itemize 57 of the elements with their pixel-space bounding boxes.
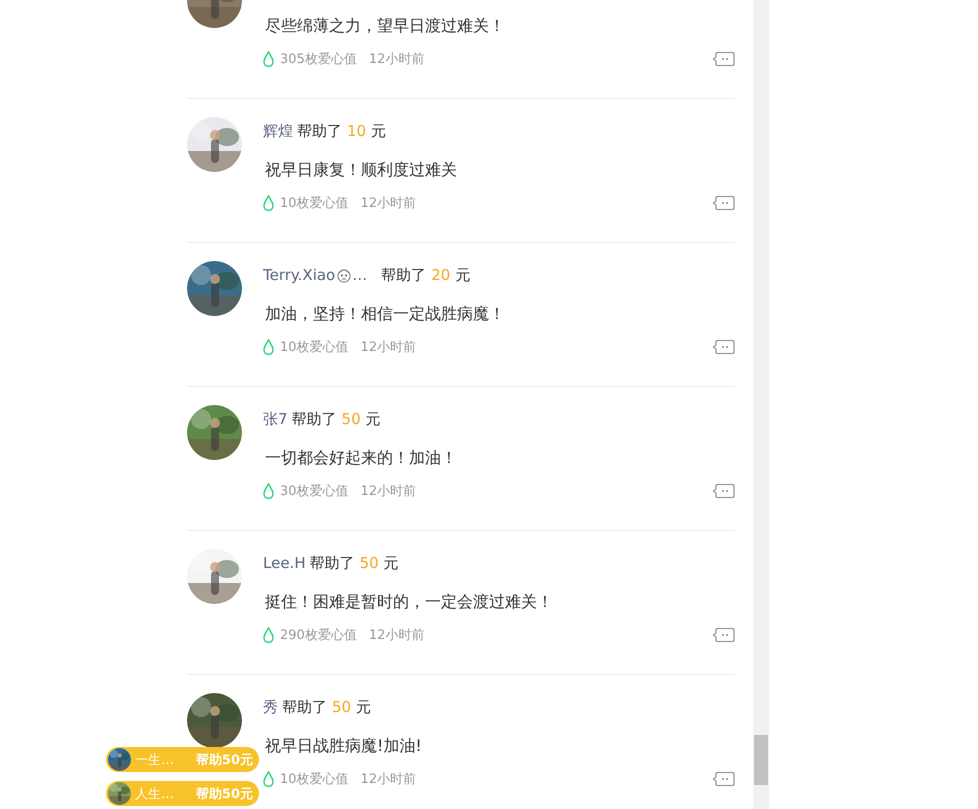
helped-label: 帮助了 [297, 122, 342, 140]
unit: 元 [366, 410, 381, 428]
comment-text: 祝早日战胜病魔!加油! [265, 735, 423, 757]
comment-text: 加油，坚持！相信一定战胜病魔！ [265, 303, 506, 325]
user-name[interactable]: 辉煌 [263, 122, 293, 140]
love-points: 10枚爱心值 [280, 195, 349, 212]
love-points: 10枚爱心值 [280, 771, 349, 788]
comment-text: 尽些绵薄之力，望早日渡过难关！ [265, 15, 506, 37]
drop-icon [263, 771, 274, 787]
drop-icon [263, 627, 274, 643]
time-ago: 12小时前 [368, 627, 424, 644]
toast-text: 帮助50元 [196, 786, 253, 802]
love-points: 305枚爱心值 [280, 51, 357, 68]
user-name[interactable]: Lee.H [263, 554, 306, 572]
unit: 元 [384, 554, 399, 572]
ellipsis: … [352, 266, 368, 284]
toast-name: 一生… [135, 752, 175, 768]
comment-icon[interactable] [712, 195, 735, 211]
time-ago: 12小时前 [360, 483, 416, 500]
user-name[interactable]: 秀 [263, 698, 278, 716]
unit: 元 [356, 698, 372, 716]
toast-text: 帮助50元 [196, 752, 253, 768]
helped-label: 帮助了 [381, 266, 426, 284]
helped-label: 帮助了 [282, 698, 327, 716]
love-points: 30枚爱心值 [280, 483, 349, 500]
user-name[interactable]: 张7 [263, 410, 288, 428]
amount: 50 [342, 410, 361, 428]
amount: 20 [431, 266, 450, 284]
love-points: 290枚爱心值 [280, 627, 357, 644]
comment-icon[interactable] [712, 51, 735, 67]
drop-icon [263, 339, 274, 355]
user-name[interactable]: Terry.Xiao [263, 266, 336, 284]
comment-icon[interactable] [712, 483, 735, 499]
comment-text: 挺住！困难是暂时的，一定会渡过难关！ [265, 591, 554, 613]
toast-name: 人生… [135, 786, 175, 802]
love-points: 10枚爱心值 [280, 339, 349, 356]
amount: 10 [347, 122, 366, 140]
comment-text: 一切都会好起来的！加油！ [265, 447, 458, 469]
comment-icon[interactable] [712, 771, 735, 787]
comment-text: 祝早日康复！顺利度过难关 [265, 159, 458, 181]
helped-label: 帮助了 [292, 410, 337, 428]
drop-icon [263, 195, 274, 211]
time-ago: 12小时前 [360, 195, 416, 212]
time-ago: 12小时前 [368, 51, 424, 68]
comment-icon[interactable] [712, 627, 735, 643]
unit: 元 [455, 266, 470, 284]
unit: 元 [371, 122, 386, 140]
scrollbar[interactable] [753, 0, 769, 809]
drop-icon [263, 483, 274, 499]
comment-icon[interactable] [712, 339, 735, 355]
helped-label: 帮助了 [310, 554, 355, 572]
drop-icon [263, 51, 274, 67]
amount: 50 [360, 554, 379, 572]
amount: 50 [332, 698, 352, 716]
time-ago: 12小时前 [360, 339, 416, 356]
scroll-thumb[interactable] [754, 735, 768, 785]
time-ago: 12小时前 [360, 771, 416, 788]
